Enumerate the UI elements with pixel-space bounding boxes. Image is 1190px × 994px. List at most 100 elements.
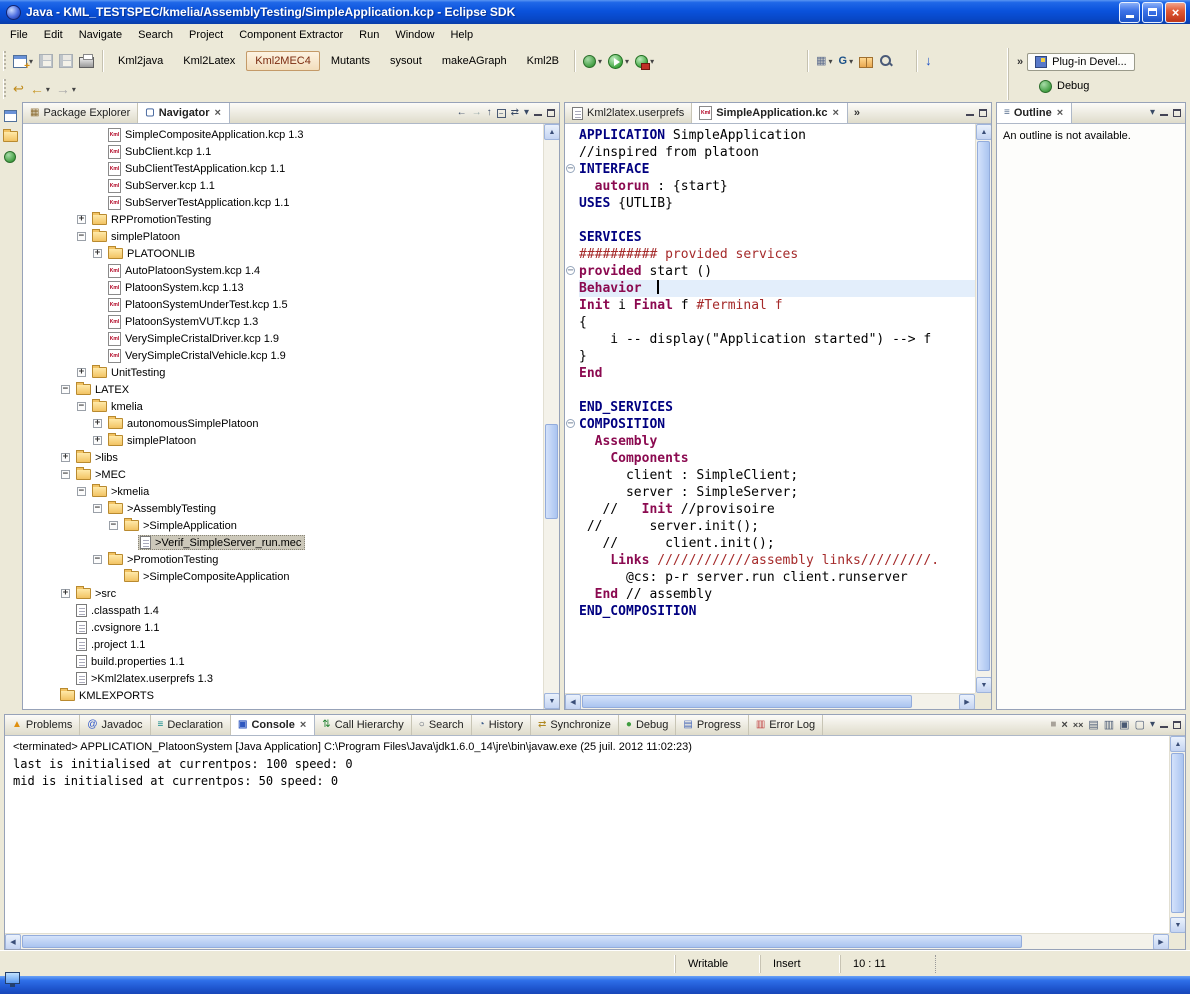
menu-run[interactable]: Run [351, 26, 387, 44]
collapse-all-icon[interactable]: − [497, 109, 506, 118]
perspective-plug-in-devel[interactable]: Plug-in Devel... [1027, 53, 1135, 71]
tree-expander-icon[interactable]: + [93, 436, 102, 445]
more-editors-chevron[interactable]: » [854, 107, 860, 119]
scrollbar-thumb[interactable] [582, 695, 912, 708]
dropdown-chevron-icon[interactable]: ▾ [72, 85, 76, 94]
back-button[interactable]: ←▾ [27, 77, 53, 101]
save-button[interactable] [36, 49, 56, 73]
tree-item-verysimplecristalvehicle-kcp-1-9[interactable]: VerySimpleCristalVehicle.kcp 1.9 [23, 347, 543, 364]
console-tab-declaration[interactable]: ≡Declaration [151, 715, 231, 735]
console-tab-history[interactable]: ◔History [472, 715, 531, 735]
console-tab-debug[interactable]: ●Debug [619, 715, 676, 735]
last-edit-location-button[interactable]: ↩ [10, 77, 27, 101]
close-icon[interactable]: × [299, 719, 307, 731]
console-tab-search[interactable]: ○Search [412, 715, 472, 735]
fold-collapse-icon[interactable]: − [566, 266, 575, 275]
scroll-up-arrow[interactable]: ▲ [544, 124, 559, 140]
tree-item-verysimplecristaldriver-kcp-1-9[interactable]: VerySimpleCristalDriver.kcp 1.9 [23, 330, 543, 347]
code-line[interactable]: // client.init(); [565, 535, 975, 552]
tree-item-classpath-1-4[interactable]: .classpath 1.4 [23, 602, 543, 619]
scrollbar-thumb[interactable] [977, 141, 990, 671]
forward-icon[interactable]: → [472, 108, 482, 118]
remove-launch-icon[interactable]: × [1061, 719, 1067, 731]
scroll-left-arrow[interactable]: ◀ [5, 934, 21, 949]
open-console-dropdown-icon[interactable]: ▾ [1150, 720, 1155, 730]
code-line[interactable]: Behavior [565, 280, 975, 297]
dropdown-chevron-icon[interactable]: ▾ [650, 57, 654, 66]
perspective-debug[interactable]: Debug [1031, 77, 1097, 96]
tree-item-subclienttestapplication-kcp-1-1[interactable]: SubClientTestApplication.kcp 1.1 [23, 160, 543, 177]
tree-item-platoonsystem-kcp-1-13[interactable]: PlatoonSystem.kcp 1.13 [23, 279, 543, 296]
close-icon[interactable]: × [213, 107, 221, 119]
scroll-down-arrow[interactable]: ▼ [976, 677, 991, 693]
tree-item-promotiontesting[interactable]: −>PromotionTesting [23, 551, 543, 568]
tree-expander-icon[interactable]: − [77, 487, 86, 496]
toolbar-button-kml2b[interactable]: Kml2B [518, 51, 568, 71]
tree-item-src[interactable]: +>src [23, 585, 543, 602]
tree-item-verif-simpleserver-run-mec[interactable]: >Verif_SimpleServer_run.mec [23, 534, 543, 551]
scroll-left-arrow[interactable]: ◀ [565, 694, 581, 709]
back-icon[interactable]: ← [457, 108, 467, 118]
tree-item-kmelia[interactable]: −kmelia [23, 398, 543, 415]
close-window-button[interactable]: × [1165, 2, 1186, 23]
scroll-up-arrow[interactable]: ▲ [976, 124, 991, 140]
tree-item-platoonlib[interactable]: +PLATOONLIB [23, 245, 543, 262]
code-line[interactable]: // server.init(); [565, 518, 975, 535]
minimize-window-button[interactable] [1119, 2, 1140, 23]
view-menu-icon[interactable]: ▾ [1150, 108, 1155, 118]
navigator-tree-area[interactable]: SimpleCompositeApplication.kcp 1.3 SubCli… [23, 124, 559, 709]
minimize-view-icon[interactable] [1160, 110, 1168, 116]
code-line[interactable]: //inspired from platoon [565, 144, 975, 161]
minimize-view-icon[interactable] [534, 110, 542, 116]
code-line[interactable]: END_SERVICES [565, 399, 975, 416]
code-editor[interactable]: APPLICATION SimpleApplication//inspired … [565, 124, 975, 693]
pin-console-icon[interactable]: ▣ [1119, 719, 1129, 731]
console-tab-call-hierarchy[interactable]: ⇅Call Hierarchy [315, 715, 411, 735]
code-line[interactable]: Assembly [565, 433, 975, 450]
toolbar-grip[interactable] [3, 79, 6, 99]
tree-item-simplecompositeapplication[interactable]: >SimpleCompositeApplication [23, 568, 543, 585]
scrollbar-thumb[interactable] [1171, 753, 1184, 913]
tree-item-simplecompositeapplication-kcp-1-3[interactable]: SimpleCompositeApplication.kcp 1.3 [23, 126, 543, 143]
tree-expander-icon[interactable]: + [93, 249, 102, 258]
code-line[interactable]: @cs: p-r server.run client.runserver [565, 569, 975, 586]
code-line[interactable]: Links ////////////assembly links////////… [565, 552, 975, 569]
navigator-fastview-icon[interactable] [4, 151, 16, 163]
maximize-view-icon[interactable] [1173, 721, 1181, 729]
tree-expander-icon[interactable]: − [61, 385, 70, 394]
tree-item-libs[interactable]: +>libs [23, 449, 543, 466]
console-tab-javadoc[interactable]: @Javadoc [80, 715, 150, 735]
code-line[interactable]: APPLICATION SimpleApplication [565, 127, 975, 144]
generate-button[interactable]: G▾ [836, 49, 857, 73]
toolbar-button-sysout[interactable]: sysout [381, 51, 431, 71]
tree-item-latex[interactable]: −LATEX [23, 381, 543, 398]
code-line[interactable] [565, 382, 975, 399]
tree-item-subserver-kcp-1-1[interactable]: SubServer.kcp 1.1 [23, 177, 543, 194]
tree-item-platoonsystemundertest-kcp-1-5[interactable]: PlatoonSystemUnderTest.kcp 1.5 [23, 296, 543, 313]
code-line[interactable]: END_COMPOSITION [565, 603, 975, 620]
dropdown-chevron-icon[interactable]: ▾ [625, 57, 629, 66]
code-line[interactable]: // Init //provisoire [565, 501, 975, 518]
code-line[interactable]: i -- display("Application started") --> … [565, 331, 975, 348]
maximize-view-icon[interactable] [979, 109, 987, 117]
debug-button[interactable]: ▾ [580, 49, 605, 73]
tree-item-build-properties-1-1[interactable]: build.properties 1.1 [23, 653, 543, 670]
menu-component-extractor[interactable]: Component Extractor [231, 26, 351, 44]
toolbar-button-makeagraph[interactable]: makeAGraph [433, 51, 516, 71]
tree-item-kmlexports[interactable]: KMLEXPORTS [23, 687, 543, 704]
tree-item-rppromotiontesting[interactable]: +RPPromotionTesting [23, 211, 543, 228]
tree-item-subservertestapplication-kcp-1-1[interactable]: SubServerTestApplication.kcp 1.1 [23, 194, 543, 211]
console-tab-synchronize[interactable]: ⇄Synchronize [531, 715, 619, 735]
dropdown-chevron-icon[interactable]: ▾ [828, 57, 832, 66]
code-line[interactable] [565, 212, 975, 229]
tree-expander-icon[interactable]: + [61, 453, 70, 462]
scroll-down-arrow[interactable]: ▼ [544, 693, 559, 709]
tree-item-autonomoussimpleplatoon[interactable]: +autonomousSimplePlatoon [23, 415, 543, 432]
menu-edit[interactable]: Edit [36, 26, 71, 44]
code-line[interactable]: client : SimpleClient; [565, 467, 975, 484]
close-icon[interactable]: × [831, 107, 839, 119]
toolbar-button-mutants[interactable]: Mutants [322, 51, 379, 71]
tree-item-kml2latex-userprefs-1-3[interactable]: >Kml2latex.userprefs 1.3 [23, 670, 543, 687]
code-line[interactable]: Init i Final f #Terminal f [565, 297, 975, 314]
code-line[interactable]: } [565, 348, 975, 365]
